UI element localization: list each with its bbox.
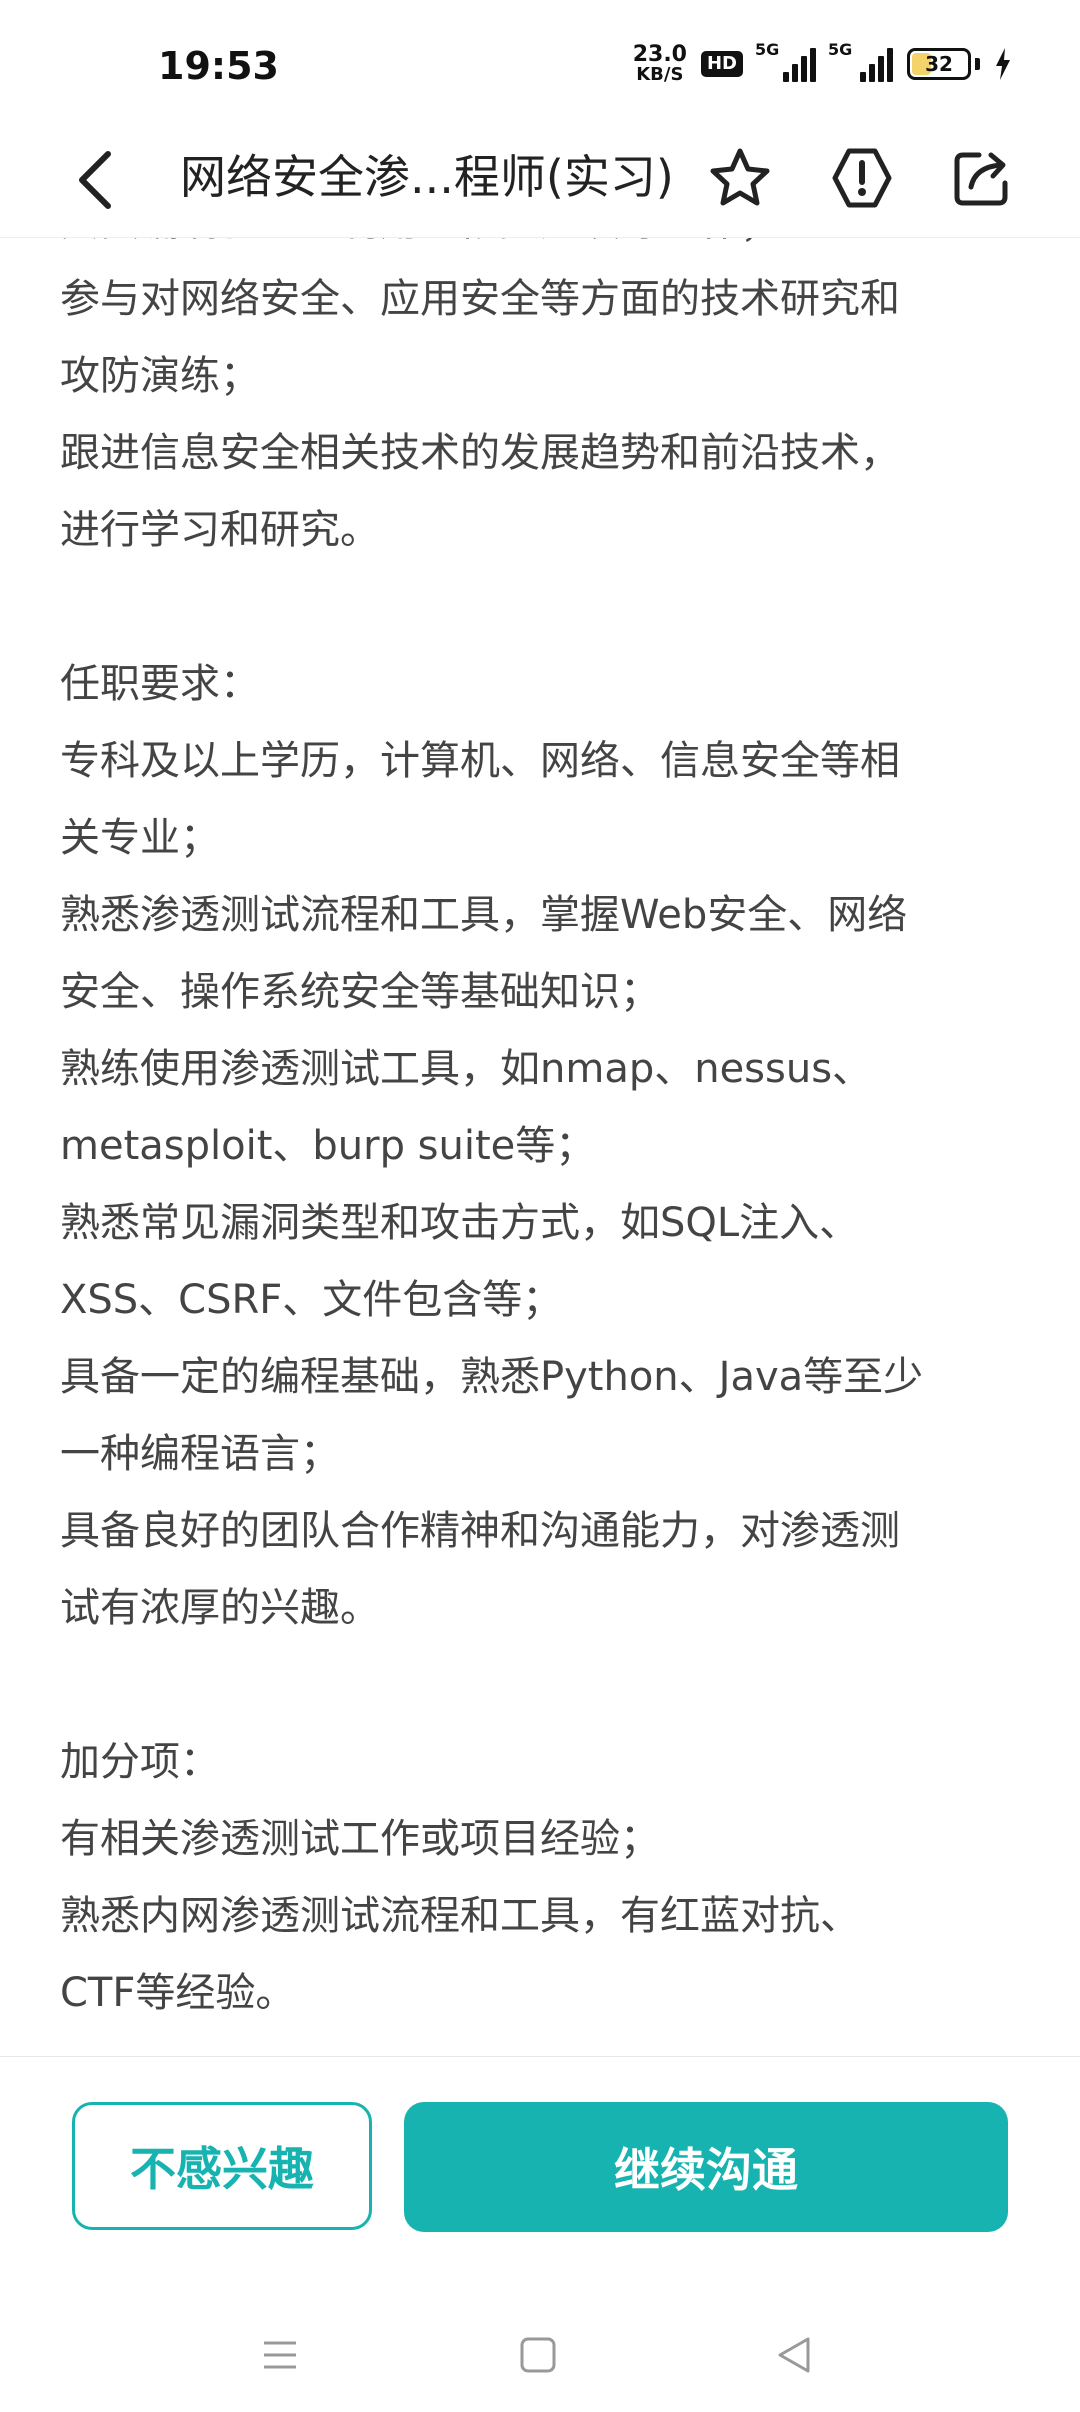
favorite-button[interactable] (698, 136, 782, 220)
system-nav-bar (0, 2300, 1080, 2412)
description-line: 具备良好的团队合作精神和沟通能力，对渗透测 (60, 1508, 900, 1554)
triangle-back-icon (778, 2337, 810, 2373)
description-line: 熟悉常见漏洞类型和攻击方式，如SQL注入、 (60, 1200, 860, 1246)
description-line: 关专业； (60, 815, 220, 861)
page-title: 网络安全渗...程师(实习) (180, 150, 674, 204)
star-icon (710, 148, 770, 206)
signal-label-secondary: 5G (828, 40, 853, 59)
description-line: 安全、操作系统安全等基础知识； (60, 969, 660, 1015)
battery-level: 32 (925, 52, 953, 76)
status-icons: 23.0 KB/S HD 5G 5G 32 (633, 40, 1012, 84)
hd-voice-icon: HD (700, 51, 743, 77)
system-back-button[interactable] (764, 2330, 824, 2380)
description-line: 任职要求： (60, 661, 260, 707)
description-line: CTF等经验。 (60, 1970, 296, 2016)
description-line: 进行学习和研究。 (60, 507, 380, 553)
description-line: 熟悉渗透测试流程和工具，掌握Web安全、网络 (60, 892, 908, 938)
description-line: XSS、CSRF、文件包含等； (60, 1277, 563, 1323)
app-header: 网络安全渗...程师(实习) (0, 120, 1080, 238)
menu-icon (264, 2341, 296, 2369)
description-line: 熟练使用渗透测试工具，如nmap、nessus、 (60, 1046, 873, 1092)
description-line: 跟进信息安全相关技术的发展趋势和前沿技术， (60, 430, 900, 476)
back-icon (79, 151, 111, 209)
description-line: 参与对网络安全、应用安全等方面的技术研究和 (60, 276, 900, 322)
description-line: 专科及以上学历，计算机、网络、信息安全等相 (60, 738, 900, 784)
description-line: 熟悉内网渗透测试流程和工具，有红蓝对抗、 (60, 1893, 860, 1939)
charging-icon (996, 48, 1010, 80)
share-icon (954, 152, 1008, 206)
network-speed: 23.0 KB/S (633, 44, 687, 84)
status-bar: 19:53 23.0 KB/S HD 5G 5G 32 (0, 0, 1080, 120)
job-description-lines: 负责漏洞验证、利用、修复建议等工作； 参与对网络安全、应用安全等方面的技术研究和攻… (60, 238, 1020, 2032)
battery-icon: 32 (907, 48, 971, 80)
description-line: 加分项： (60, 1739, 220, 1785)
home-square-icon (520, 2337, 556, 2373)
description-line: 一种编程语言； (60, 1431, 340, 1477)
home-button[interactable] (508, 2330, 568, 2380)
description-line: 负责漏洞验证、利用、修复建议等工作； (60, 238, 1020, 261)
recent-apps-button[interactable] (250, 2330, 310, 2380)
description-line: 试有浓厚的兴趣。 (60, 1585, 380, 1631)
description-line: 攻防演练； (60, 353, 260, 399)
network-speed-value: 23.0 (632, 42, 687, 67)
continue-chat-button[interactable]: 继续沟通 (404, 2102, 1008, 2232)
not-interested-button[interactable]: 不感兴趣 (72, 2102, 372, 2230)
description-line: 有相关渗透测试工作或项目经验； (60, 1816, 660, 1862)
network-speed-unit: KB/S (636, 64, 684, 85)
bottom-divider (0, 2056, 1080, 2057)
signal-5g-secondary-icon: 5G (828, 40, 893, 82)
back-button[interactable] (62, 140, 132, 220)
report-icon (832, 148, 892, 208)
status-time: 19:53 (158, 44, 279, 88)
share-button[interactable] (940, 136, 1024, 220)
job-description: 负责漏洞验证、利用、修复建议等工作； 参与对网络安全、应用安全等方面的技术研究和攻… (60, 238, 1020, 2056)
description-line: 具备一定的编程基础，熟悉Python、Java等至少 (60, 1354, 924, 1400)
battery-tip (975, 58, 980, 70)
signal-5g-icon: 5G (755, 40, 816, 82)
report-button[interactable] (820, 136, 904, 220)
signal-label: 5G (755, 40, 780, 59)
description-line: metasploit、burp suite等； (60, 1123, 596, 1169)
